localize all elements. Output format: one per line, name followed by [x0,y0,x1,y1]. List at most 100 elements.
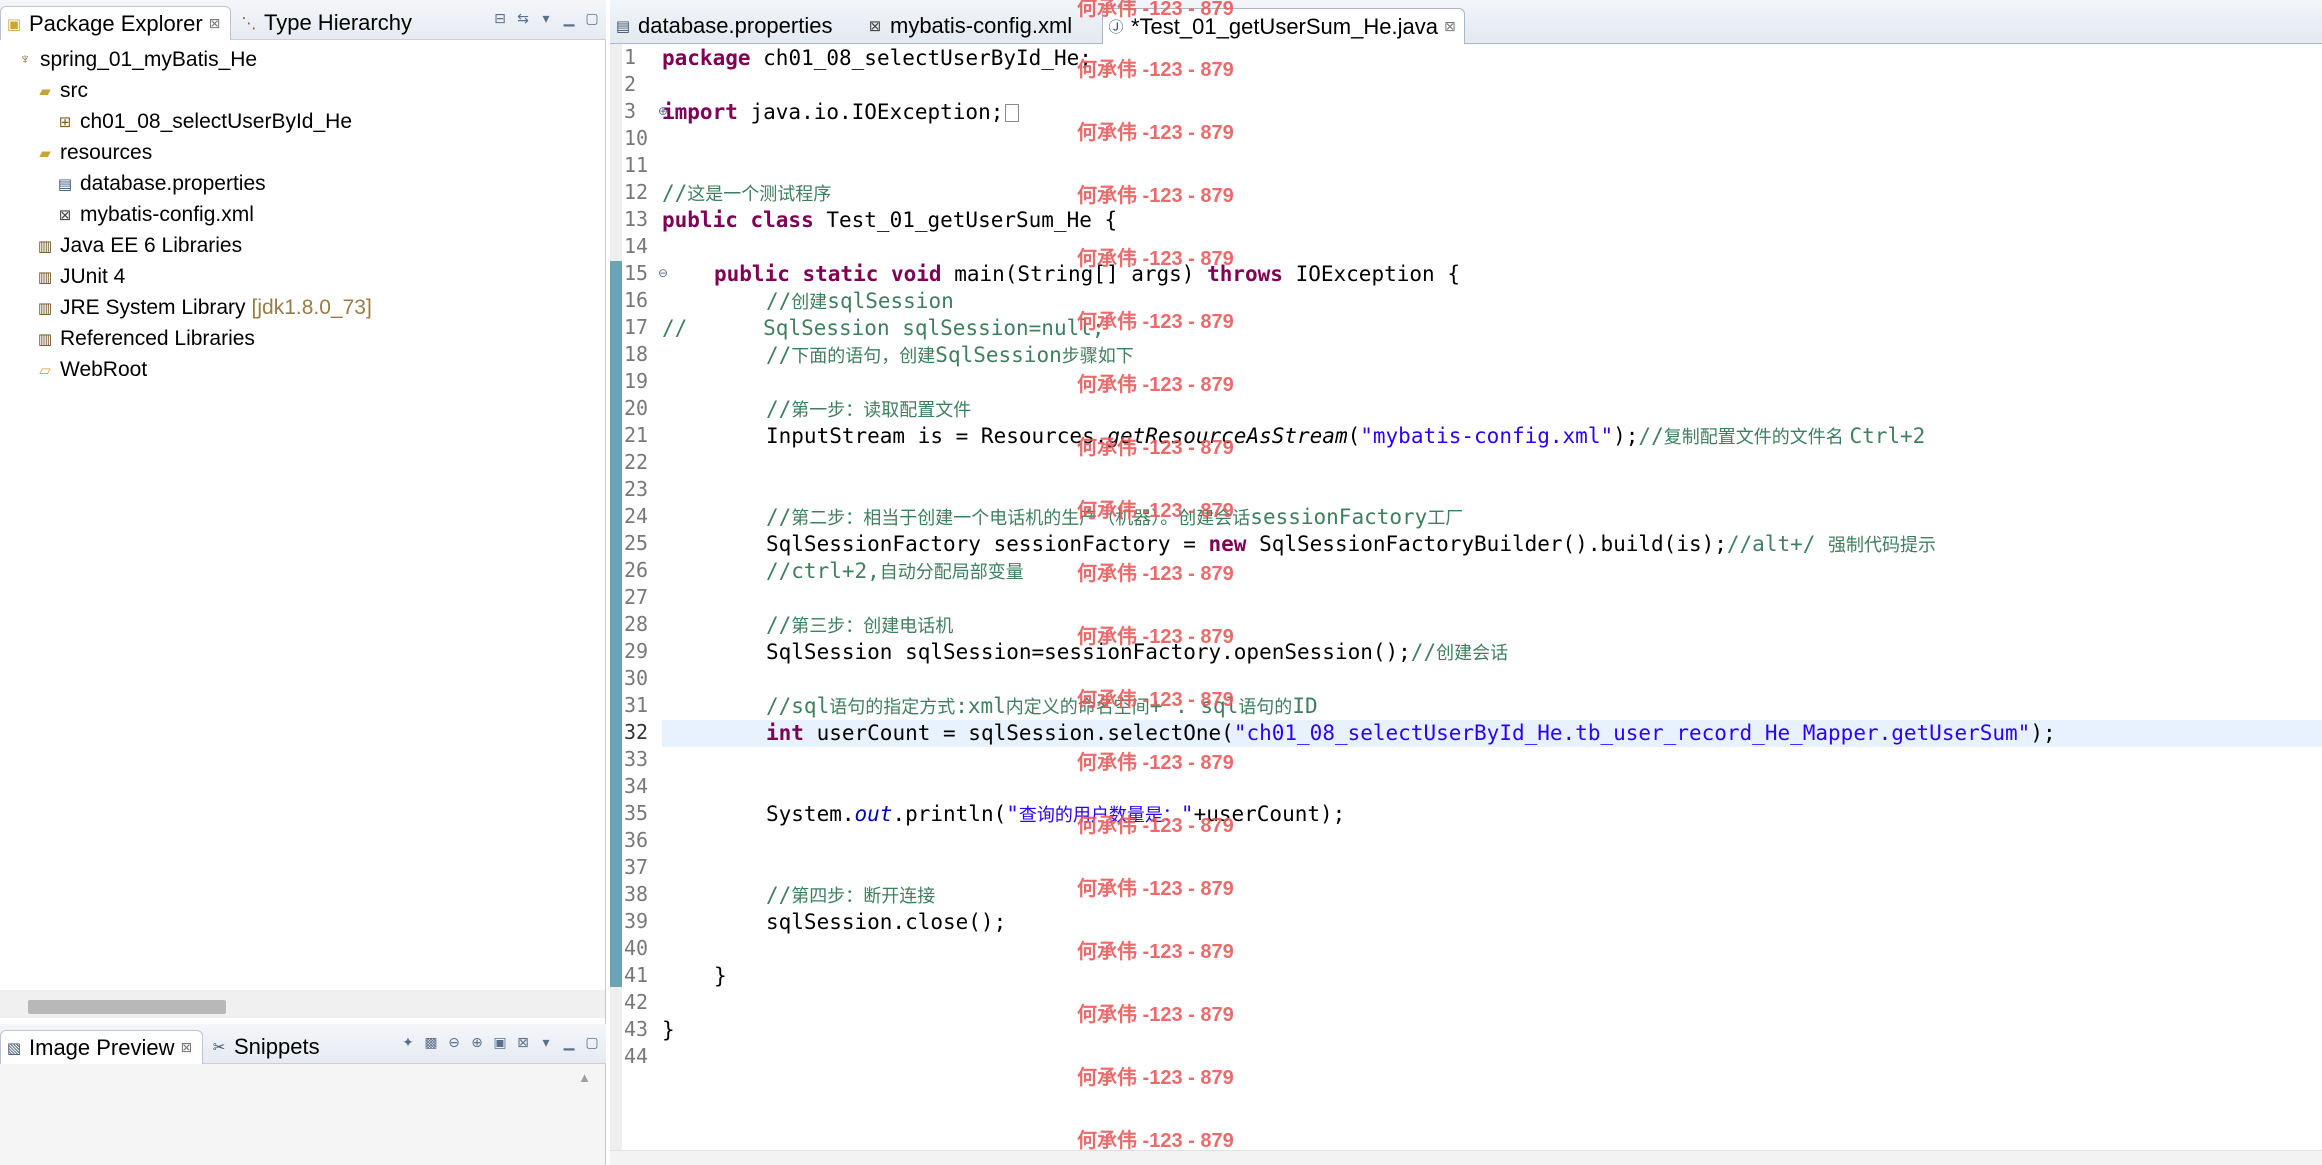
tree-item-mybatis-config[interactable]: ⊠ mybatis-config.xml [56,199,254,230]
minimize-icon[interactable]: ▁ [561,1034,577,1050]
tab-snippets[interactable]: ✂ Snippets [206,1030,330,1064]
image-preview-area: ▲ [0,1064,605,1165]
watermark-text: 何承伟 -123 - 879 [1077,311,1234,333]
tab-type-hierarchy[interactable]: ⋱ Type Hierarchy [236,6,422,40]
maximize-icon[interactable]: ▢ [584,1034,600,1050]
folder-icon: ▱ [39,361,51,379]
tree-item-decoration: [jdk1.8.0_73] [251,295,372,319]
editor-tab-label: mybatis-config.xml [890,13,1073,38]
tree-item-resources[interactable]: ▰ resources [36,137,152,168]
tree-item-jre-library[interactable]: ▥ JRE System Library [jdk1.8.0_73] [36,292,372,323]
tree-item-database-properties[interactable]: ▤ database.properties [56,168,266,199]
link-with-editor-icon[interactable]: ⇆ [515,10,531,26]
line-number: 19 [624,369,649,393]
watermark-text: 何承伟 -123 - 879 [1077,1130,1234,1152]
view-menu-icon[interactable]: ▾ [538,10,554,26]
zoom-out-icon[interactable]: ⊖ [446,1034,462,1050]
tab-image-preview[interactable]: ▧ Image Preview ⊠ [0,1030,204,1064]
properties-file-icon: ▤ [57,175,73,193]
tree-item-label: Referenced Libraries [60,326,255,350]
tree-item-label: ch01_08_selectUserById_He [80,109,352,133]
close-icon[interactable]: ⊠ [181,1039,193,1056]
tree-item-label: JUnit 4 [60,264,126,288]
line-number: 31 [624,693,649,717]
line-number: 42 [624,990,649,1014]
line-number: 24 [624,504,649,528]
line-number: 26 [624,558,649,582]
close-icon[interactable]: ⊠ [209,15,221,32]
tree-item-project[interactable]: ♆ spring_01_myBatis_He [16,44,257,75]
line-number: 29 [624,639,649,663]
line-number: 35 [624,801,649,825]
horizontal-scrollbar[interactable] [0,990,605,1018]
watermark-text: 何承伟 -123 - 879 [1077,437,1234,459]
collapse-all-icon[interactable]: ⊟ [492,10,508,26]
scroll-up-icon[interactable]: ▲ [578,1070,591,1085]
minimize-icon[interactable]: ▁ [561,10,577,26]
tree-item-webroot[interactable]: ▱ WebRoot [36,354,147,385]
tree-item-package[interactable]: ⊞ ch01_08_selectUserById_He [56,106,352,137]
line-number: 12 [624,180,649,204]
code-line: public class Test_01_getUserSum_He { [662,208,1118,232]
tree-item-label: database.properties [80,171,266,195]
line-number: 33 [624,747,649,771]
code-line: //ctrl+2,自动分配局部变量 [766,559,1024,583]
watermark-text: 何承伟 -123 - 879 [1077,1004,1234,1026]
source-folder-icon: ▰ [39,82,51,100]
watermark-text: 何承伟 -123 - 879 [1077,941,1234,963]
watermark-text: 何承伟 -123 - 879 [1077,563,1234,585]
horizontal-scrollbar-thumb[interactable] [28,1000,226,1014]
tree-item-referenced-libraries[interactable]: ▥ Referenced Libraries [36,323,255,354]
folded-imports-box[interactable] [1005,104,1020,122]
line-number: 23 [624,477,649,501]
library-icon: ▥ [37,299,53,317]
line-number: 28 [624,612,649,636]
watermark-text: 何承伟 -123 - 879 [1077,59,1234,81]
editor-horizontal-scrollbar[interactable] [610,1150,2322,1165]
tree-item-label: WebRoot [60,357,148,381]
pin-icon[interactable]: ✦ [400,1034,416,1050]
code-lines[interactable]: package ch01_08_selectUserById_He; impor… [662,44,2322,1165]
editor-tab-database-properties[interactable]: ▤ database.properties [610,8,840,44]
watermark-text: 何承伟 -123 - 879 [1077,122,1234,144]
maximize-icon[interactable]: ▢ [584,10,600,26]
view-menu-icon[interactable]: ▾ [538,1034,554,1050]
line-number: 17 [624,315,649,339]
project-icon: ♆ [19,51,31,68]
tab-package-explorer[interactable]: ▣ Package Explorer ⊠ [0,6,232,40]
line-number: 41 [624,963,649,987]
zoom-in-icon[interactable]: ⊕ [469,1034,485,1050]
image-preview-icon: ▧ [6,1039,22,1057]
package-explorer-tabbar: ▣ Package Explorer ⊠ ⋱ Type Hierarchy ⊟ … [0,0,606,40]
editor-tab-mybatis-config[interactable]: ⊠ mybatis-config.xml [862,8,1080,44]
tab-snippets-label: Snippets [234,1034,320,1059]
close-icon[interactable]: ⊠ [1444,18,1456,35]
tree-item-label: JRE System Library [60,295,246,319]
editor-tab-label: database.properties [638,13,833,38]
line-number-gutter: 1 2 3 10 11 12 13 14 15 16 17 18 19 20 2… [622,44,668,1165]
code-line: } [714,964,727,988]
library-icon: ▥ [37,330,53,348]
code-line-current: int userCount = sqlSession.selectOne("ch… [766,721,2056,745]
line-number: 18 [624,342,649,366]
code-line: //下面的语句，创建SqlSession步骤如下 [766,343,1134,367]
library-icon: ▥ [37,237,53,255]
crop-icon[interactable]: ⊠ [515,1034,531,1050]
tree-item-label: src [60,78,88,102]
annotation-ruler [610,44,622,1165]
fit-icon[interactable]: ▣ [492,1034,508,1050]
code-line: SqlSessionFactory sessionFactory = new S… [766,532,1937,556]
line-number: 36 [624,828,649,852]
image-icon[interactable]: ▩ [423,1034,439,1050]
code-line: import java.io.IOException; [662,99,1020,126]
tree-item-label: Java EE 6 Libraries [60,233,243,257]
watermark-text: 何承伟 -123 - 879 [1077,626,1234,648]
tree-item-junit[interactable]: ▥ JUnit 4 [36,261,125,292]
code-line: // SqlSession sqlSession=null; [662,316,1105,340]
watermark-text: 何承伟 -123 - 879 [1077,500,1234,522]
code-area[interactable]: 1 2 3 10 11 12 13 14 15 16 17 18 19 20 2… [610,44,2322,1165]
tree-item-javaee-libraries[interactable]: ▥ Java EE 6 Libraries [36,230,242,261]
tree-item-src[interactable]: ▰ src [36,75,88,106]
line-number: 39 [624,909,649,933]
code-line: } [662,1018,675,1042]
